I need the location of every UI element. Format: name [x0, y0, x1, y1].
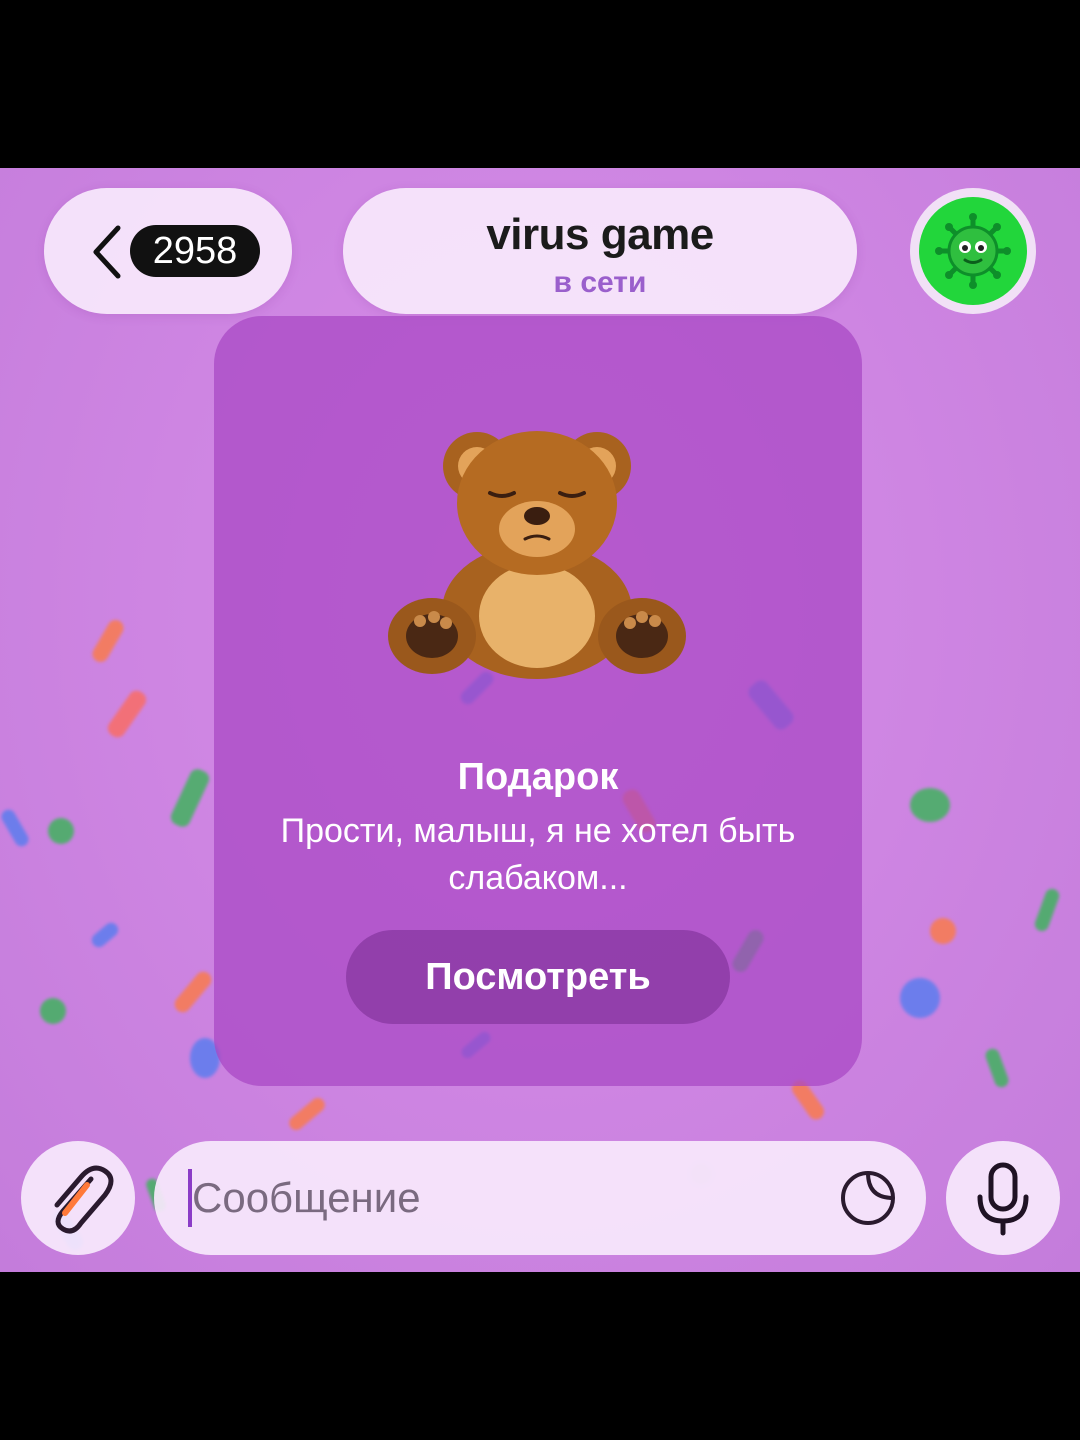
sticker-icon[interactable] [838, 1168, 898, 1228]
chat-screen: 2958 virus game в сети Подарок Прости, м… [0, 168, 1080, 1272]
unread-count-badge: 2958 [130, 225, 260, 277]
avatar[interactable] [910, 188, 1036, 314]
virus-emoji-icon [919, 197, 1027, 305]
paperclip-icon [54, 1165, 114, 1234]
microphone-icon [977, 1162, 1029, 1236]
chat-title-area[interactable]: virus game в сети [343, 188, 857, 314]
back-button[interactable]: 2958 [44, 188, 292, 314]
chevron-left-icon [93, 225, 121, 279]
attach-button[interactable] [21, 1141, 135, 1255]
teddy-bear-icon [388, 431, 686, 679]
gift-title: Подарок [457, 756, 619, 798]
chat-name: virus game [486, 210, 714, 259]
gift-message-text: Прости, малыш, я не хотел быть слабаком.… [280, 812, 796, 897]
message-placeholder: Сообщение [192, 1174, 421, 1221]
message-input[interactable]: Сообщение [154, 1141, 926, 1255]
view-gift-button[interactable]: Посмотреть [346, 930, 730, 1024]
chat-status: в сети [553, 266, 647, 299]
voice-record-button[interactable] [946, 1141, 1060, 1255]
gift-message-card[interactable]: Подарок Прости, малыш, я не хотел быть с… [214, 316, 862, 1086]
